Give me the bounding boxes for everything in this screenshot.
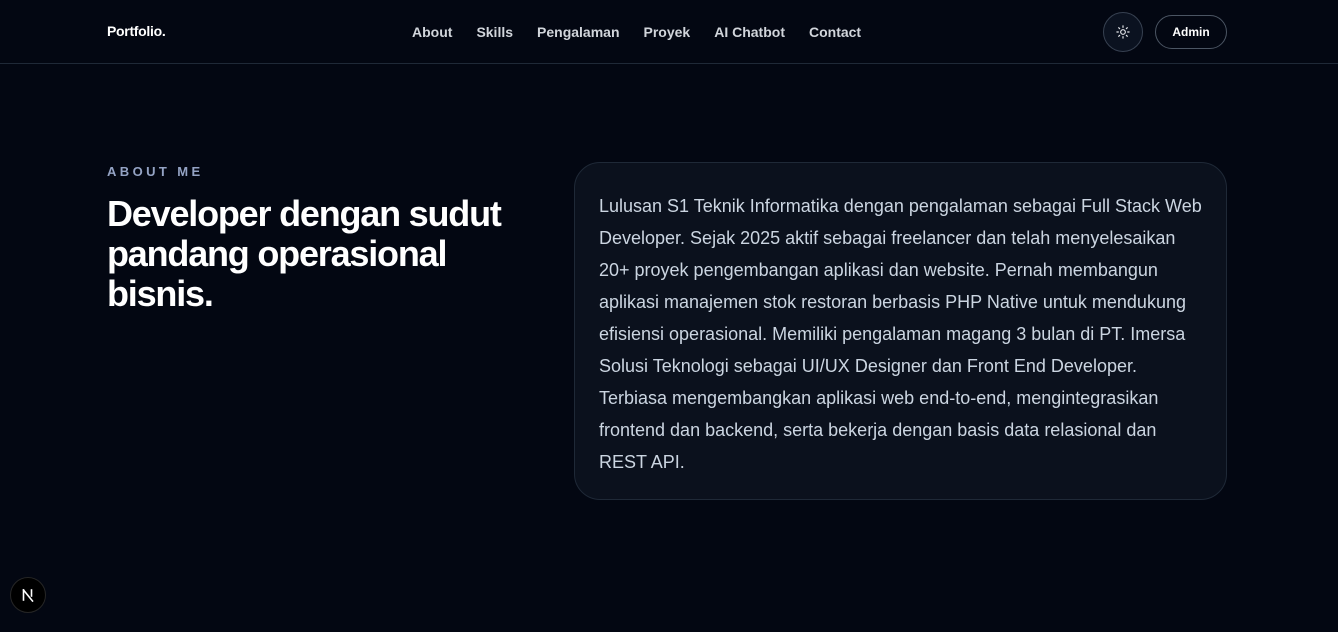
theme-toggle-button[interactable] [1103, 12, 1143, 52]
main-nav: About Skills Pengalaman Proyek AI Chatbo… [412, 0, 861, 64]
page: Portfolio. About Skills Pengalaman Proye… [0, 0, 1338, 632]
nav-link-pengalaman[interactable]: Pengalaman [537, 24, 619, 40]
site-header: Portfolio. About Skills Pengalaman Proye… [0, 0, 1338, 64]
sun-icon [1116, 25, 1130, 39]
section-eyebrow: ABOUT ME [107, 164, 204, 179]
nextjs-logo-icon [21, 588, 35, 602]
about-description: Lulusan S1 Teknik Informatika dengan pen… [599, 196, 1202, 472]
about-description-card: Lulusan S1 Teknik Informatika dengan pen… [574, 162, 1227, 500]
admin-button[interactable]: Admin [1155, 15, 1227, 49]
nav-link-contact[interactable]: Contact [809, 24, 861, 40]
nav-link-about[interactable]: About [412, 24, 452, 40]
nav-link-proyek[interactable]: Proyek [644, 24, 691, 40]
nav-link-ai-chatbot[interactable]: AI Chatbot [714, 24, 785, 40]
nextjs-dev-indicator[interactable] [10, 577, 46, 613]
nav-link-skills[interactable]: Skills [476, 24, 513, 40]
section-headline: Developer dengan sudut pandang operasion… [107, 193, 502, 314]
site-logo[interactable]: Portfolio. [107, 23, 166, 39]
